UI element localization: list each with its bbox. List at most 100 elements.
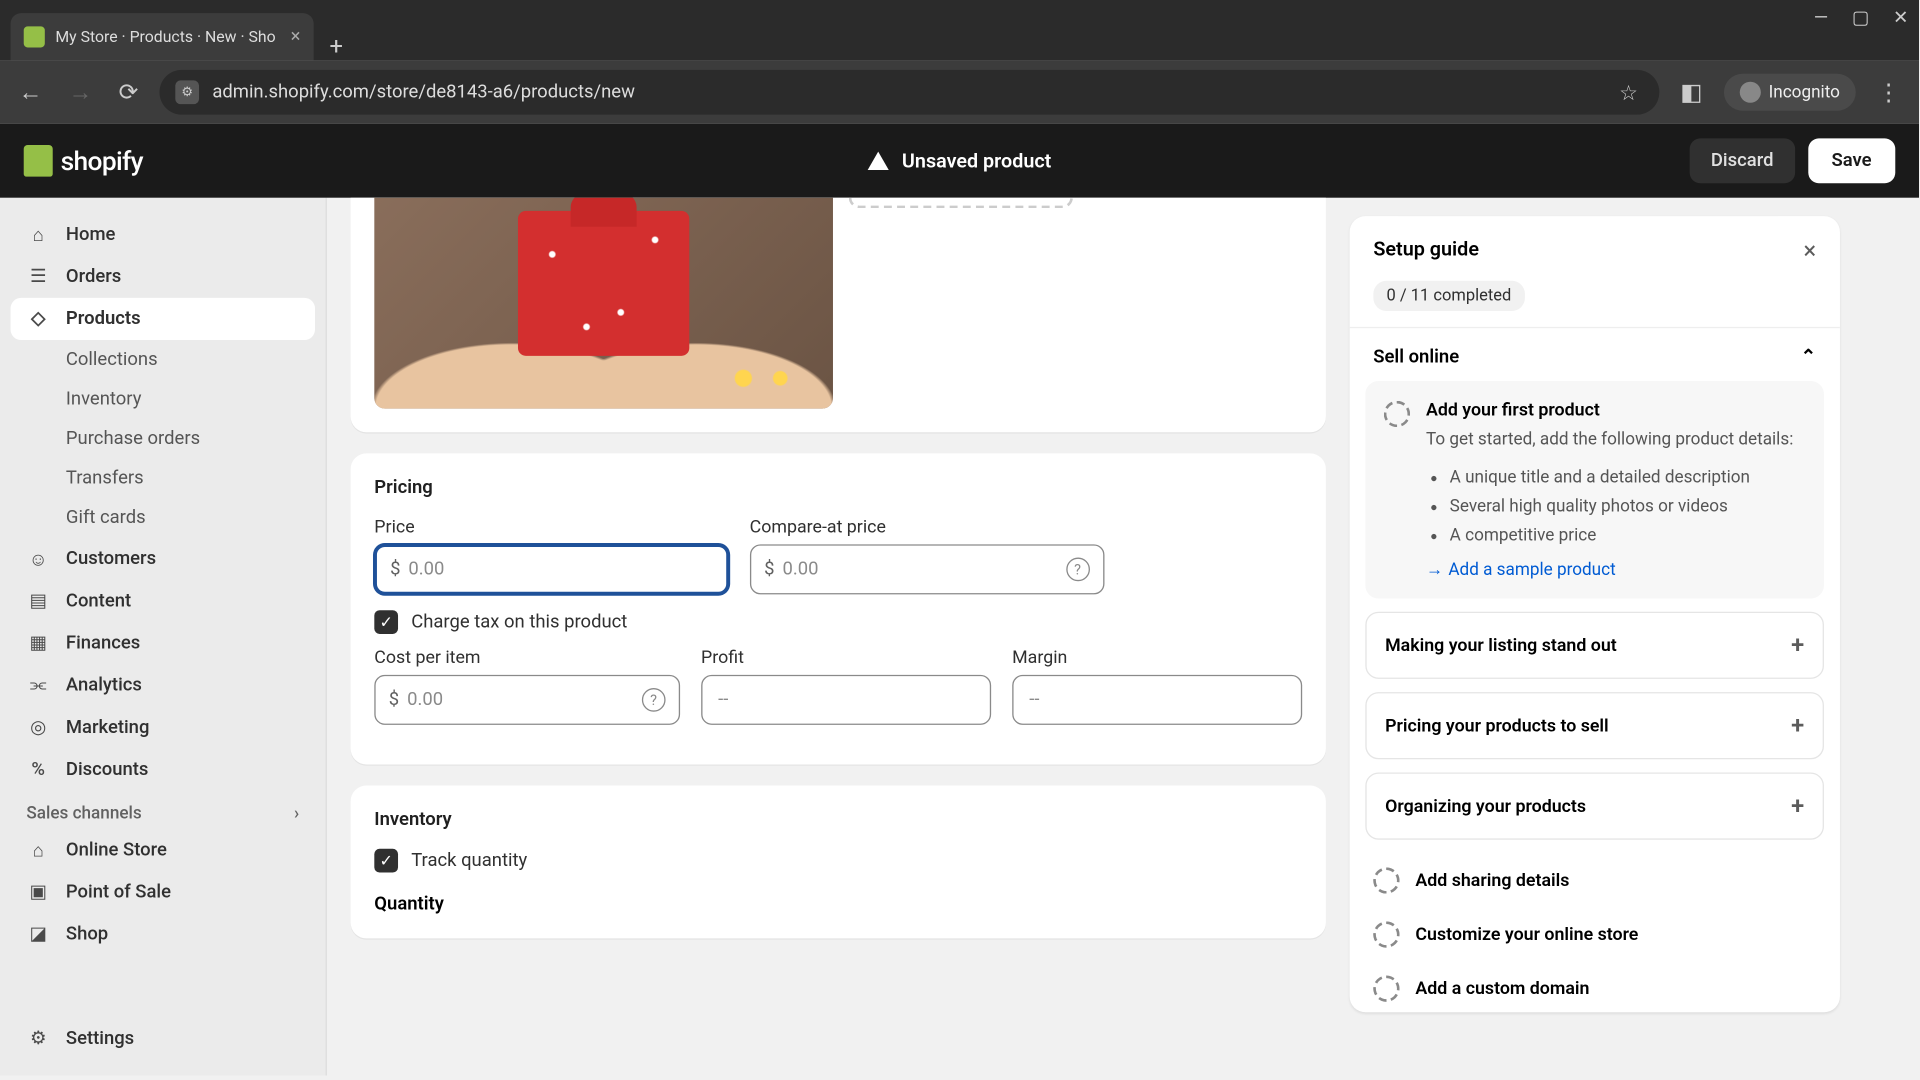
- close-icon[interactable]: ×: [1804, 237, 1817, 265]
- plus-icon: +: [1791, 712, 1804, 740]
- sidebar-item-pos[interactable]: ▣Point of Sale: [11, 871, 315, 913]
- task-add-first-product[interactable]: Add your first product To get started, a…: [1365, 381, 1824, 599]
- window-controls: — ▢ ✕: [1814, 8, 1909, 29]
- gear-icon: ⚙: [26, 1027, 50, 1051]
- charge-tax-checkbox[interactable]: ✓: [374, 610, 398, 634]
- bookmark-icon[interactable]: ☆: [1614, 74, 1643, 110]
- label: Add a sample product: [1448, 560, 1615, 580]
- sidebar-item-settings[interactable]: ⚙Settings: [11, 1017, 315, 1059]
- sales-channels-heading[interactable]: Sales channels›: [11, 791, 315, 829]
- margin-label: Margin: [1012, 647, 1302, 668]
- label: Discounts: [66, 759, 149, 780]
- sidebar-item-marketing[interactable]: ◎Marketing: [11, 706, 315, 748]
- products-icon: ◇: [26, 307, 50, 331]
- cost-label: Cost per item: [374, 647, 680, 668]
- setup-progress: 0 / 11 completed: [1373, 281, 1524, 311]
- label: Customers: [66, 548, 156, 569]
- label: Add sharing details: [1416, 869, 1570, 890]
- task-pricing-products[interactable]: Pricing your products to sell +: [1365, 692, 1824, 759]
- track-quantity-checkbox[interactable]: ✓: [374, 849, 398, 873]
- task-custom-domain[interactable]: Add a custom domain: [1365, 961, 1824, 1012]
- sell-online-section[interactable]: Sell online ⌃: [1365, 328, 1824, 381]
- task-customize-store[interactable]: Customize your online store: [1365, 907, 1824, 961]
- discounts-icon: %: [26, 758, 50, 782]
- browser-tab[interactable]: My Store · Products · New · Sho ×: [11, 13, 314, 60]
- compare-input[interactable]: [782, 559, 1065, 580]
- sidebar-item-products[interactable]: ◇Products: [11, 298, 315, 340]
- sidebar-item-inventory[interactable]: Inventory: [11, 380, 315, 420]
- chevron-up-icon: ⌃: [1801, 347, 1816, 368]
- help-icon[interactable]: ?: [1066, 558, 1090, 582]
- close-window-icon[interactable]: ✕: [1893, 8, 1908, 29]
- sidebar-item-content[interactable]: ▤Content: [11, 580, 315, 622]
- sidebar-item-analytics[interactable]: ⫘ Analytics: [11, 664, 315, 706]
- sidebar-item-online-store[interactable]: ⌂Online Store: [11, 829, 315, 871]
- task-desc: To get started, add the following produc…: [1426, 428, 1806, 453]
- task-status-icon: [1373, 867, 1399, 893]
- extensions-icon[interactable]: ◧: [1675, 73, 1708, 111]
- task-organizing-products[interactable]: Organizing your products +: [1365, 773, 1824, 840]
- setup-guide-card: Setup guide × 0 / 11 completed Sell onli…: [1350, 216, 1840, 1012]
- currency-prefix: $: [389, 689, 399, 710]
- shopify-logo[interactable]: shopify: [24, 145, 143, 177]
- site-settings-icon[interactable]: ⚙: [175, 80, 199, 104]
- sidebar-item-home[interactable]: ⌂Home: [11, 214, 315, 256]
- sidebar-item-finances[interactable]: ▦Finances: [11, 622, 315, 664]
- browser-toolbar: ← → ⟳ ⚙ admin.shopify.com/store/de8143-a…: [0, 61, 1919, 124]
- minimize-icon[interactable]: —: [1814, 8, 1828, 29]
- unsaved-banner: Unsaved product: [868, 149, 1052, 173]
- setup-scroll-area[interactable]: Sell online ⌃ Add your first product To …: [1350, 327, 1840, 1012]
- label: Purchase orders: [66, 428, 200, 449]
- discard-button[interactable]: Discard: [1690, 138, 1795, 183]
- forward-icon[interactable]: →: [63, 73, 97, 111]
- product-image[interactable]: [374, 198, 833, 409]
- save-button[interactable]: Save: [1808, 138, 1896, 183]
- tab-close-icon[interactable]: ×: [291, 26, 301, 47]
- sidebar-item-collections[interactable]: Collections: [11, 340, 315, 380]
- tab-title: My Store · Products · New · Sho: [55, 28, 280, 46]
- sidebar-item-purchase-orders[interactable]: Purchase orders: [11, 419, 315, 459]
- sidebar-item-shop[interactable]: ◪Shop: [11, 913, 315, 955]
- label: Collections: [66, 349, 158, 370]
- label: Inventory: [66, 389, 142, 410]
- sidebar-item-orders[interactable]: ☰Orders: [11, 256, 315, 298]
- maximize-icon[interactable]: ▢: [1852, 8, 1869, 29]
- sidebar-item-customers[interactable]: ☺Customers: [11, 538, 315, 580]
- sidebar-item-discounts[interactable]: % Discounts: [11, 749, 315, 791]
- add-sample-product-link[interactable]: →Add a sample product: [1426, 559, 1616, 580]
- compare-input-wrap[interactable]: $ ?: [750, 544, 1104, 594]
- label: Organizing your products: [1385, 796, 1586, 817]
- help-icon[interactable]: ?: [642, 688, 666, 712]
- label: Add a custom domain: [1416, 977, 1590, 998]
- analytics-icon: ⫘: [26, 673, 50, 697]
- label: Customize your online store: [1416, 923, 1639, 944]
- cost-input-wrap[interactable]: $ ?: [374, 675, 680, 725]
- price-input[interactable]: [408, 559, 712, 580]
- shop-icon: ◪: [26, 923, 50, 947]
- reload-icon[interactable]: ⟳: [113, 73, 143, 111]
- incognito-label: Incognito: [1769, 82, 1840, 102]
- cost-input[interactable]: [407, 689, 642, 710]
- url-field[interactable]: ⚙ admin.shopify.com/store/de8143-a6/prod…: [160, 70, 1660, 115]
- compare-label: Compare-at price: [750, 517, 1104, 538]
- label: Analytics: [66, 675, 142, 696]
- label: Finances: [66, 633, 140, 654]
- task-sharing-details[interactable]: Add sharing details: [1365, 853, 1824, 907]
- task-listing-standout[interactable]: Making your listing stand out +: [1365, 612, 1824, 679]
- incognito-icon: [1740, 82, 1761, 103]
- new-tab-button[interactable]: +: [314, 33, 359, 61]
- media-card: [351, 198, 1326, 433]
- sidebar-item-gift-cards[interactable]: Gift cards: [11, 498, 315, 538]
- price-input-wrap[interactable]: $: [374, 544, 728, 594]
- add-media-dropzone[interactable]: [849, 198, 1073, 209]
- browser-tab-bar: My Store · Products · New · Sho × + — ▢ …: [0, 0, 1919, 61]
- pricing-title: Pricing: [374, 477, 1302, 498]
- back-icon[interactable]: ←: [13, 73, 47, 111]
- incognito-indicator[interactable]: Incognito: [1724, 74, 1856, 111]
- sidebar-item-transfers[interactable]: Transfers: [11, 459, 315, 499]
- menu-icon[interactable]: ⋮: [1872, 73, 1906, 111]
- label: Marketing: [66, 717, 150, 738]
- inventory-card: Inventory ✓ Track quantity Quantity: [351, 786, 1326, 939]
- label: Pricing your products to sell: [1385, 715, 1609, 736]
- content-icon: ▤: [26, 589, 50, 613]
